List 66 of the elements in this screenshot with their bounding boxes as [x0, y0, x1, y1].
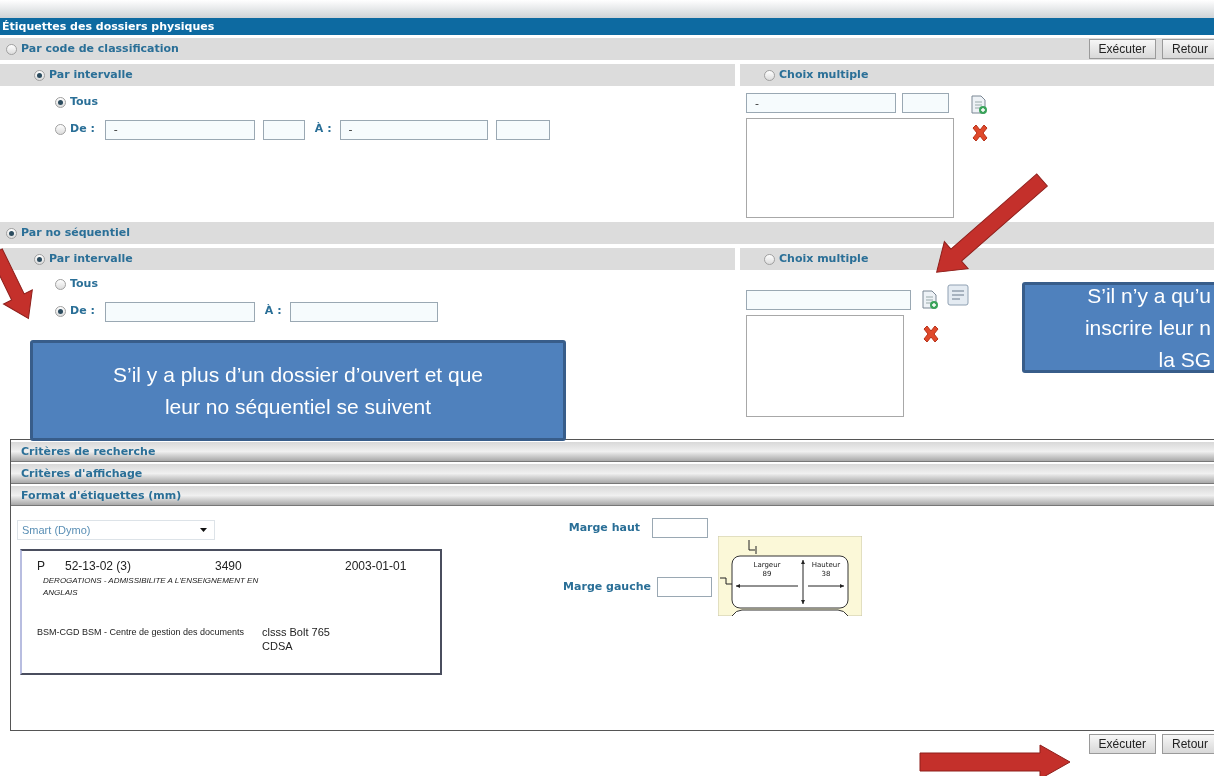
input-field[interactable]: -	[104, 119, 255, 140]
input-field[interactable]	[262, 119, 305, 140]
list-box[interactable]	[746, 118, 954, 218]
callout-text: leur no séquentiel se suivent	[164, 393, 432, 420]
add-document-icon[interactable]	[970, 95, 988, 115]
delete-icon[interactable]	[970, 123, 990, 143]
section-label[interactable]: Par no séquentiel	[21, 224, 130, 242]
button[interactable]: Exécuter	[1088, 734, 1156, 754]
button[interactable]: Retour	[1161, 39, 1214, 59]
input-field[interactable]	[902, 93, 949, 113]
list-box[interactable]	[746, 315, 904, 417]
add-document-icon[interactable]	[921, 290, 939, 310]
button[interactable]: Retour	[1161, 734, 1214, 754]
label-text: BSM-CGD BSM - Centre de gestion des documents	[37, 626, 246, 639]
field-label: À :	[314, 121, 332, 138]
field-label: Marge haut	[568, 519, 640, 536]
field-label: À :	[264, 303, 282, 320]
callout-text: S’il n’y a qu’u	[1087, 282, 1211, 309]
accordion-header[interactable]: Critères de recherche	[11, 442, 1214, 462]
input-field[interactable]	[104, 301, 255, 322]
label-text: 3490	[215, 558, 243, 575]
input-field[interactable]	[495, 119, 550, 140]
radio-button[interactable]	[764, 253, 775, 265]
field-label: Marge gauche	[563, 578, 651, 595]
radio-button[interactable]	[55, 124, 66, 135]
option-label[interactable]: Tous	[70, 94, 98, 111]
input-field[interactable]	[746, 290, 911, 310]
callout-text: inscrire leur n	[1084, 314, 1211, 341]
callout-text: S’il y a plus d’un dossier d’ouvert et que	[112, 361, 483, 388]
subsection-label[interactable]: Choix multiple	[779, 66, 869, 84]
dropdown[interactable]: Smart (Dymo)	[17, 520, 215, 540]
label-text: 2003-01-01	[345, 558, 407, 575]
radio-button[interactable]	[34, 253, 45, 265]
input-field[interactable]	[657, 577, 712, 597]
caret-icon	[200, 528, 207, 532]
delete-icon[interactable]	[921, 324, 941, 344]
label-text: 52-13-02 (3)	[65, 558, 133, 575]
subsection-label[interactable]: Par intervalle	[49, 250, 133, 268]
input-field[interactable]	[289, 301, 438, 322]
list-icon[interactable]	[947, 284, 969, 306]
subsection-label[interactable]: Choix multiple	[779, 250, 869, 268]
input-field[interactable]	[652, 518, 708, 538]
radio-button[interactable]	[55, 96, 66, 108]
option-label[interactable]: De :	[70, 303, 95, 320]
radio-button[interactable]	[34, 69, 45, 81]
subsection-label[interactable]: Par intervalle	[49, 66, 133, 84]
radio-button[interactable]	[6, 227, 17, 239]
dropdown-value: Smart (Dymo)	[22, 522, 92, 538]
input-field[interactable]: -	[339, 119, 488, 140]
input-field[interactable]: -	[746, 93, 896, 113]
radio-button[interactable]	[55, 278, 66, 290]
arrow	[0, 248, 33, 319]
label-text: clsss Bolt 765 CDSA	[262, 625, 331, 653]
radio-button[interactable]	[55, 306, 66, 317]
option-label[interactable]: De :	[70, 121, 95, 138]
option-label[interactable]: Tous	[70, 276, 98, 293]
callout-text: la SG	[1158, 346, 1211, 373]
window-title: Étiquettes des dossiers physiques	[0, 18, 1214, 35]
section-label[interactable]: Par code de classification	[21, 40, 179, 58]
radio-button[interactable]	[764, 69, 775, 81]
radio-button[interactable]	[6, 43, 17, 55]
accordion-header[interactable]: Format d'étiquettes (mm)	[11, 486, 1214, 506]
label-text: DEROGATIONS - ADMISSIBILITE A L'ENSEIGNEMENT EN ANGLAIS	[42, 575, 260, 599]
button[interactable]: Exécuter	[1088, 39, 1156, 59]
label-text: P	[37, 558, 46, 575]
accordion-header[interactable]: Critères d'affichage	[11, 464, 1214, 484]
